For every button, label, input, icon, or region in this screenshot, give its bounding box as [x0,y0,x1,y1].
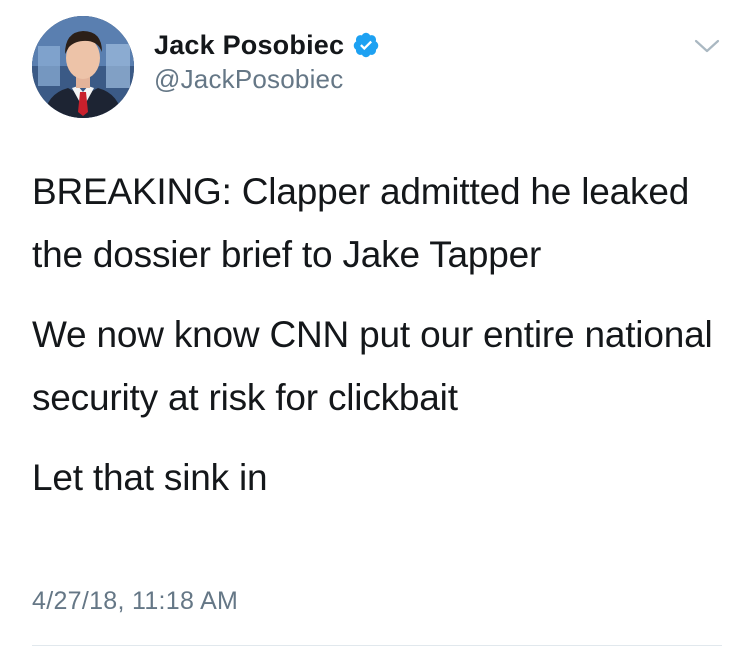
verified-badge-icon [352,31,380,59]
tweet-paragraph: We now know CNN put our entire national … [32,314,713,418]
tweet-timestamp[interactable]: 4/27/18, 11:18 AM [32,587,238,616]
author-handle[interactable]: @JackPosobiec [154,64,343,95]
chevron-down-icon[interactable] [694,36,720,56]
divider [32,645,722,646]
avatar-image [32,16,134,118]
tweet-text: BREAKING: Clapper admitted he leaked the… [32,160,732,526]
author-name-row: Jack Posobiec [154,27,380,63]
tweet-paragraph: Let that sink in [32,457,268,498]
tweet-card: Jack Posobiec @JackPosobiec BREAKING: Cl… [0,0,750,656]
author-display-name[interactable]: Jack Posobiec [154,30,344,61]
tweet-paragraph: BREAKING: Clapper admitted he leaked the… [32,171,690,275]
avatar[interactable] [32,16,134,118]
